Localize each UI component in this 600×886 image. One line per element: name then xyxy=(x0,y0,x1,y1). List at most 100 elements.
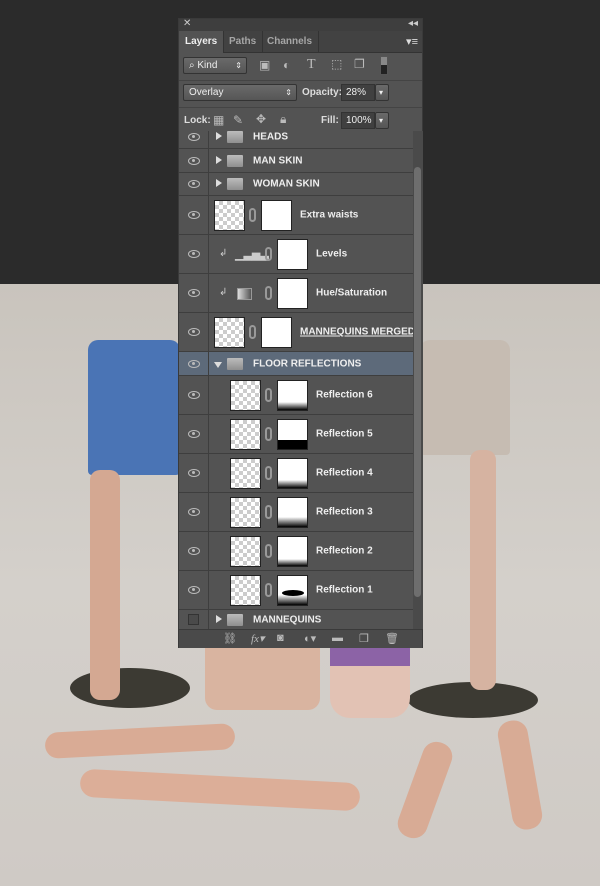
link-icon xyxy=(265,427,272,441)
layer-row[interactable]: Reflection 2 xyxy=(179,532,413,571)
visibility-toggle[interactable] xyxy=(179,376,209,414)
visibility-toggle[interactable] xyxy=(179,313,209,351)
layer-row[interactable]: MAN SKIN xyxy=(179,149,413,173)
visibility-toggle[interactable] xyxy=(179,454,209,492)
clipping-icon: ↲ xyxy=(219,248,228,259)
layer-row[interactable]: MANNEQUINS xyxy=(179,610,413,629)
eye-icon xyxy=(187,586,200,594)
visibility-toggle[interactable] xyxy=(179,173,209,195)
adjustment-filter-icon[interactable]: ◐ xyxy=(283,58,290,72)
visibility-toggle[interactable] xyxy=(179,352,209,375)
visibility-toggle[interactable] xyxy=(179,493,209,531)
lock-transparent-icon[interactable]: ▦ xyxy=(213,113,224,127)
layer-row[interactable]: Extra waists xyxy=(179,196,413,235)
layer-thumbnail xyxy=(230,380,261,411)
collapse-icon[interactable]: ◂◂ xyxy=(408,18,418,29)
fx-icon[interactable]: fx▾ xyxy=(251,632,264,645)
mask-thumbnail xyxy=(277,458,308,489)
folder-icon xyxy=(227,131,243,143)
opacity-value: 28% xyxy=(346,87,367,98)
layer-name: WOMAN SKIN xyxy=(253,178,320,190)
collapse-arrow-icon[interactable] xyxy=(214,361,222,368)
layer-name: FLOOR REFLECTIONS xyxy=(253,358,362,369)
visibility-toggle[interactable] xyxy=(179,610,209,629)
layer-name: Reflection 6 xyxy=(316,389,373,401)
lock-label: Lock: xyxy=(184,115,211,126)
opacity-label: Opacity: xyxy=(302,87,343,98)
panel-footer: ⛓ fx▾ ◙ ◐▾ ▬ ❐ 🗑︎ xyxy=(179,629,422,648)
mask-thumbnail xyxy=(277,497,308,528)
eye-icon xyxy=(187,430,200,438)
expand-arrow-icon[interactable] xyxy=(216,179,222,187)
layer-name: Reflection 2 xyxy=(316,545,373,557)
type-filter-icon[interactable]: T xyxy=(307,57,316,73)
scrollbar-thumb[interactable] xyxy=(414,167,421,597)
new-layer-icon[interactable]: ❐ xyxy=(359,632,369,645)
visibility-toggle[interactable] xyxy=(179,196,209,234)
new-adjustment-icon[interactable]: ◐▾ xyxy=(304,632,316,645)
blend-mode-select[interactable]: Overlay ⇕ xyxy=(183,84,297,101)
lock-position-icon[interactable]: ✥ xyxy=(256,112,266,126)
beige-shorts xyxy=(420,340,510,455)
layer-row[interactable]: Reflection 5 xyxy=(179,415,413,454)
layer-row-selected[interactable]: FLOOR REFLECTIONS xyxy=(179,352,413,376)
layer-row[interactable]: Reflection 3 xyxy=(179,493,413,532)
eye-icon xyxy=(187,211,200,219)
layers-panel: ✕ ◂◂ Layers Paths Channels ▾≡ ⌕ Kind ⇕ ▣ … xyxy=(178,18,423,648)
layer-row[interactable]: Reflection 1 xyxy=(179,571,413,610)
layer-row[interactable]: ↲ Hue/Saturation xyxy=(179,274,413,313)
panel-menu-icon[interactable]: ▾≡ xyxy=(406,35,418,48)
visibility-toggle[interactable] xyxy=(179,131,209,148)
mask-thumbnail xyxy=(261,200,292,231)
panel-titlebar: ✕ ◂◂ xyxy=(179,18,422,31)
tab-paths[interactable]: Paths xyxy=(223,31,264,53)
link-icon xyxy=(265,544,272,558)
layer-row[interactable]: HEADS xyxy=(179,131,413,149)
close-icon[interactable]: ✕ xyxy=(183,18,191,29)
expand-arrow-icon[interactable] xyxy=(216,155,222,164)
hidden-checkbox xyxy=(188,614,199,625)
trash-icon[interactable]: 🗑︎ xyxy=(385,632,399,645)
filter-toggle[interactable] xyxy=(380,56,388,75)
fill-dropdown[interactable]: ▾ xyxy=(375,112,389,129)
folder-open-icon xyxy=(227,357,243,370)
link-icon xyxy=(265,583,272,597)
visibility-toggle[interactable] xyxy=(179,571,209,609)
layer-name: Extra waists xyxy=(300,209,359,221)
shape-filter-icon[interactable]: ⬚ xyxy=(331,57,342,71)
layer-row[interactable]: MANNEQUINS MERGED xyxy=(179,313,413,352)
add-mask-icon[interactable]: ◙ xyxy=(277,632,284,644)
tab-layers[interactable]: Layers xyxy=(179,31,225,53)
visibility-toggle[interactable] xyxy=(179,274,209,312)
mask-thumbnail xyxy=(277,419,308,450)
new-group-icon[interactable]: ▬ xyxy=(332,632,343,644)
layer-thumbnail xyxy=(230,458,261,489)
pixel-filter-icon[interactable]: ▣ xyxy=(259,58,270,72)
layer-row[interactable]: WOMAN SKIN xyxy=(179,173,413,196)
expand-arrow-icon[interactable] xyxy=(216,131,222,140)
opacity-input[interactable]: 28% xyxy=(341,84,375,101)
layer-row[interactable]: Reflection 4 xyxy=(179,454,413,493)
layer-name: Reflection 1 xyxy=(316,584,373,596)
visibility-toggle[interactable] xyxy=(179,532,209,570)
tab-channels[interactable]: Channels xyxy=(261,31,320,53)
visibility-toggle[interactable] xyxy=(179,149,209,172)
lock-paint-icon[interactable]: ✎ xyxy=(233,113,243,127)
layer-row[interactable]: Reflection 6 xyxy=(179,376,413,415)
fill-label: Fill: xyxy=(321,115,339,126)
visibility-toggle[interactable] xyxy=(179,235,209,273)
expand-arrow-icon[interactable] xyxy=(216,614,222,623)
filter-kind-select[interactable]: ⌕ Kind ⇕ xyxy=(183,57,247,74)
layer-row[interactable]: ↲ ▁▃▅▃ Levels xyxy=(179,235,413,274)
link-layers-icon[interactable]: ⛓ xyxy=(223,632,237,645)
scrollbar[interactable] xyxy=(413,131,423,629)
smart-object-filter-icon[interactable]: ❐ xyxy=(354,57,365,71)
fill-input[interactable]: 100% xyxy=(341,112,375,129)
link-icon xyxy=(265,286,272,300)
visibility-toggle[interactable] xyxy=(179,415,209,453)
disc-left xyxy=(70,668,190,708)
opacity-dropdown[interactable]: ▾ xyxy=(375,84,389,101)
layer-name: Hue/Saturation xyxy=(316,287,388,299)
lock-all-icon[interactable]: 🔒︎ xyxy=(280,112,286,127)
layer-thumbnail xyxy=(214,317,245,348)
